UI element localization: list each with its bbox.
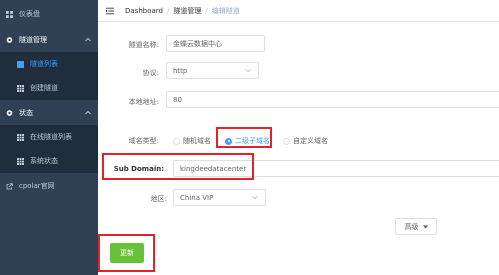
sidebar-item-label: cpolar官网 — [19, 182, 55, 190]
sidebar-item-label: 隧道列表 — [30, 60, 58, 68]
breadcrumb-separator: / — [205, 6, 208, 15]
sidebar-item-label: 状态 — [19, 109, 33, 117]
radio-circle — [283, 137, 290, 145]
breadcrumb-edit-tunnel: 编辑隧道 — [211, 6, 240, 15]
dashboard-icon — [6, 10, 13, 18]
radio-circle — [173, 137, 180, 145]
protocol-select[interactable]: http — [166, 62, 259, 79]
sidebar-item-status[interactable]: 状态 — [0, 101, 98, 125]
radio-label: 自定义域名 — [293, 137, 328, 145]
tunnel-name-label: 隧道名称: — [128, 41, 159, 49]
chevron-up-icon — [85, 109, 91, 117]
grid-icon — [17, 157, 24, 165]
chevron-up-icon — [85, 36, 91, 44]
sidebar-item-dashboard[interactable]: 仪表盘 — [0, 2, 98, 26]
grid-icon — [17, 133, 24, 141]
region-value: China VIP — [180, 193, 214, 202]
breadcrumb-tunnel-management[interactable]: 隧道管理 — [173, 6, 201, 16]
sidebar-item-label: 在线隧道列表 — [30, 133, 72, 141]
highlight-box-update — [98, 234, 155, 272]
caret-down-icon — [422, 223, 428, 231]
breadcrumb-separator: / — [166, 6, 170, 15]
region-label: 地区: — [150, 195, 167, 203]
region-select[interactable]: China VIP — [173, 189, 266, 206]
protocol-label: 协议: — [142, 69, 159, 77]
breadcrumb-dashboard[interactable]: Dashboard — [125, 7, 163, 15]
protocol-value: http — [173, 66, 188, 75]
radio-label: 随机域名 — [183, 137, 211, 145]
advanced-button[interactable]: 高级 — [395, 218, 437, 235]
local-address-input[interactable]: 80 — [166, 91, 499, 108]
top-navbar: Dashboard / 隧道管理 / 编辑隧道 — [98, 0, 499, 22]
highlight-box-domain-type — [216, 127, 272, 148]
tunnel-name-input[interactable]: 金蝶云数据中心 — [166, 35, 265, 52]
highlight-box-sub-domain — [102, 153, 254, 180]
sidebar-item-label: 仪表盘 — [19, 10, 40, 18]
sidebar-item-tunnel-management[interactable]: 隧道管理 — [0, 28, 98, 52]
sidebar-item-cpolar-website[interactable]: cpolar官网 — [0, 174, 98, 198]
sidebar: 仪表盘 隧道管理 隧道列表 创建隧道 状态 在线隧道列表 系统状态 cpolar… — [0, 0, 98, 275]
chevron-down-icon — [252, 194, 258, 202]
gear-icon — [6, 110, 13, 117]
hamburger-icon[interactable] — [106, 7, 114, 15]
link-icon — [6, 182, 13, 190]
sidebar-item-label: 创建隧道 — [30, 84, 58, 92]
domain-type-label: 域名类型: — [128, 137, 159, 145]
grid-icon — [17, 60, 24, 68]
gear-icon — [6, 37, 13, 44]
sidebar-item-tunnel-list[interactable]: 隧道列表 — [0, 52, 98, 76]
breadcrumb: Dashboard / 隧道管理 / 编辑隧道 — [125, 6, 240, 16]
radio-random-domain[interactable]: 随机域名 — [173, 136, 211, 146]
local-address-label: 本地地址: — [128, 98, 159, 106]
advanced-label: 高级 — [404, 222, 419, 231]
radio-custom-domain[interactable]: 自定义域名 — [283, 136, 328, 146]
sidebar-item-label: 系统状态 — [30, 157, 58, 165]
chevron-down-icon — [245, 67, 251, 75]
sidebar-item-online-tunnels[interactable]: 在线隧道列表 — [0, 125, 98, 149]
grid-icon — [17, 84, 24, 92]
sidebar-item-system-status[interactable]: 系统状态 — [0, 149, 98, 173]
sidebar-item-create-tunnel[interactable]: 创建隧道 — [0, 76, 98, 100]
sidebar-item-label: 隧道管理 — [19, 36, 47, 44]
